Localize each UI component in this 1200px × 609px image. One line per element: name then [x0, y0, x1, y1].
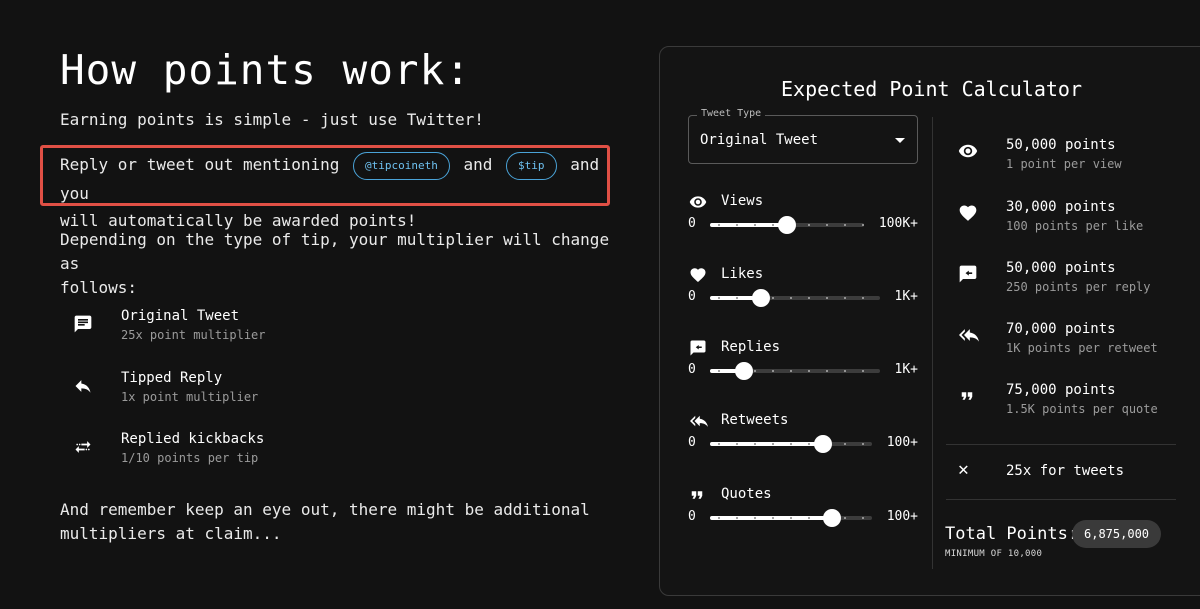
reply-all-icon — [958, 325, 979, 345]
mention-text: Reply or tweet out mentioning @tipcoinet… — [60, 151, 620, 234]
slider-min: 0 — [688, 435, 696, 450]
result-replies: 50,000 points 250 points per reply — [958, 260, 1198, 300]
result-points: 70,000 points — [1006, 321, 1116, 337]
calculator-panel: Expected Point Calculator Tweet Type Ori… — [659, 46, 1200, 596]
result-rate: 100 points per like — [1006, 219, 1144, 233]
page-title: How points work: — [60, 46, 471, 94]
slider-thumb[interactable] — [814, 435, 833, 453]
heart-icon — [688, 266, 708, 284]
slider-label: Likes — [721, 266, 764, 282]
slider-label: Replies — [721, 339, 781, 355]
tweet-type-value: Original Tweet — [700, 132, 819, 148]
result-views: 50,000 points 1 point per view — [958, 137, 1198, 177]
slider-max: 1K+ — [894, 289, 918, 304]
total-label: Total Points: — [945, 524, 1079, 544]
slider-ticks — [710, 443, 872, 445]
reply-bubble-icon — [688, 339, 708, 357]
quote-icon — [688, 486, 708, 504]
result-points: 50,000 points — [1006, 260, 1116, 276]
tipcoineth-chip[interactable]: @tipcoineth — [353, 151, 450, 180]
tweet-type-select[interactable]: Tweet Type Original Tweet — [688, 108, 918, 164]
reply-icon — [73, 376, 93, 396]
retweets-slider[interactable] — [710, 435, 872, 453]
slider-thumb[interactable] — [822, 509, 841, 527]
slider-thumb[interactable] — [735, 362, 753, 380]
result-rate: 1 point per view — [1006, 157, 1122, 171]
footer-line1: And remember keep an eye out, there migh… — [60, 500, 590, 519]
slider-max: 100+ — [886, 435, 918, 450]
quote-icon — [958, 386, 978, 406]
calculator-title: Expected Point Calculator — [780, 77, 1083, 101]
close-icon: ✕ — [958, 459, 969, 480]
result-retweets: 70,000 points 1K points per retweet — [958, 321, 1198, 361]
depending-line2: follows: — [60, 278, 138, 297]
slider-thumb[interactable] — [778, 216, 796, 234]
multiplier-desc: 25x point multiplier — [121, 328, 266, 342]
quotes-slider[interactable] — [710, 509, 872, 527]
result-points: 30,000 points — [1006, 199, 1116, 215]
result-rate: 250 points per reply — [1006, 280, 1151, 294]
depending-line1: Depending on the type of tip, your multi… — [60, 230, 610, 273]
multiplier-name: Original Tweet — [121, 308, 240, 324]
likes-slider[interactable] — [710, 289, 880, 307]
views-slider-group: Views 0 100K+ — [688, 193, 920, 241]
slider-min: 0 — [688, 362, 696, 377]
slider-max: 1K+ — [894, 362, 918, 377]
slider-ticks — [710, 517, 872, 519]
retweets-slider-group: Retweets 0 100+ — [688, 412, 920, 460]
slider-min: 0 — [688, 509, 696, 524]
caret-down-icon — [895, 138, 905, 143]
heart-icon — [958, 203, 978, 223]
quotes-slider-group: Quotes 0 100+ — [688, 486, 920, 534]
result-points: 75,000 points — [1006, 382, 1116, 398]
result-rate: 1K points per retweet — [1006, 341, 1158, 355]
slider-ticks — [710, 297, 880, 299]
replies-slider[interactable] — [710, 362, 880, 380]
message-icon — [73, 314, 93, 334]
tip-chip[interactable]: $tip — [506, 151, 557, 180]
slider-min: 0 — [688, 216, 696, 231]
mention-prefix: Reply or tweet out mentioning — [60, 155, 340, 174]
divider — [946, 499, 1176, 500]
total-points-badge: 6,875,000 — [1072, 520, 1162, 548]
tweet-type-legend: Tweet Type — [697, 108, 766, 119]
slider-label: Views — [721, 193, 764, 209]
replies-slider-group: Replies 0 1K+ — [688, 339, 920, 387]
multiplier-text: 25x for tweets — [1006, 463, 1125, 479]
multiplier-name: Replied kickbacks — [121, 431, 265, 447]
slider-min: 0 — [688, 289, 696, 304]
likes-slider-group: Likes 0 1K+ — [688, 266, 920, 314]
result-likes: 30,000 points 100 points per like — [958, 199, 1198, 239]
column-divider — [932, 117, 933, 569]
depending-text: Depending on the type of tip, your multi… — [60, 228, 620, 300]
slider-max: 100K+ — [878, 216, 918, 231]
mention-line2: will automatically be awarded points! — [60, 210, 417, 230]
result-points: 50,000 points — [1006, 137, 1116, 153]
reply-bubble-icon — [958, 264, 978, 284]
slider-thumb[interactable] — [752, 289, 770, 307]
reply-all-icon — [688, 412, 708, 430]
slider-label: Retweets — [721, 412, 789, 428]
intro-text: Earning points is simple - just use Twit… — [60, 110, 484, 129]
result-rate: 1.5K points per quote — [1006, 402, 1158, 416]
slider-label: Quotes — [721, 486, 772, 502]
eye-icon — [958, 141, 978, 161]
footer-line2: multipliers at claim... — [60, 524, 282, 543]
result-quotes: 75,000 points 1.5K points per quote — [958, 382, 1198, 422]
multiplier-desc: 1/10 points per tip — [121, 451, 259, 465]
multiplier-desc: 1x point multiplier — [121, 390, 259, 404]
eye-icon — [688, 193, 708, 211]
views-slider[interactable] — [710, 216, 864, 234]
footer-text: And remember keep an eye out, there migh… — [60, 498, 620, 546]
minimum-note: MINIMUM OF 10,000 — [945, 549, 1043, 559]
divider — [946, 444, 1176, 445]
slider-max: 100+ — [886, 509, 918, 524]
swap-icon — [73, 437, 93, 457]
mention-and: and — [463, 155, 493, 174]
multiplier-name: Tipped Reply — [121, 370, 223, 386]
